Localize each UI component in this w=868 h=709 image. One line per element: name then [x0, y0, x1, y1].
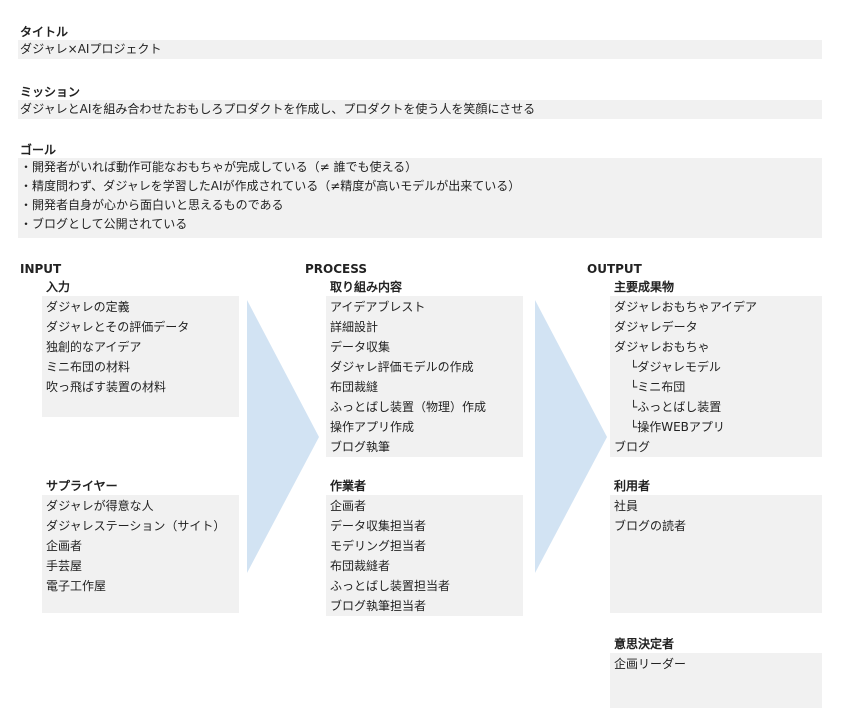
output-header: OUTPUT — [587, 262, 642, 276]
goal-item: ・精度問わず、ダジャレを学習したAIが作成されている（≠精度が高いモデルが出来て… — [20, 179, 521, 193]
output-deliverables-box: ダジャレおもちゃアイデア ダジャレデータ ダジャレおもちゃ └ダジャレモデル └… — [610, 296, 822, 457]
list-item: ダジャレとその評価データ — [46, 320, 190, 334]
input-supplier-label: サプライヤー — [46, 479, 118, 493]
list-item: データ収集担当者 — [330, 519, 427, 533]
list-item: アイデアブレスト — [330, 300, 426, 314]
output-decision-label: 意思決定者 — [614, 637, 675, 651]
input-nyuryoku-label: 入力 — [46, 280, 71, 294]
list-item: ふっとばし装置担当者 — [330, 579, 451, 593]
list-item: 布団裁縫 — [330, 380, 379, 394]
mission-value: ダジャレとAIを組み合わせたおもしろプロダクトを作成し、プロダクトを使う人を笑顔… — [18, 100, 822, 119]
list-item: 企画者 — [46, 539, 83, 553]
list-item: ダジャレデータ — [614, 320, 698, 334]
list-item: 操作アプリ作成 — [330, 420, 415, 434]
input-supplier-box: ダジャレが得意な人 ダジャレステーション（サイト） 企画者 手芸屋 電子工作屋 — [42, 495, 239, 613]
output-users-box: 社員 ブログの読者 — [610, 495, 822, 613]
process-workers-box: 企画者 データ収集担当者 モデリング担当者 布団裁縫者 ふっとばし装置担当者 ブ… — [326, 495, 523, 616]
process-header: PROCESS — [305, 262, 367, 276]
goal-item: ・開発者自身が心から面白いと思えるものである — [20, 198, 284, 212]
list-item: ダジャレおもちゃ — [614, 340, 710, 354]
input-nyuryoku-box: ダジャレの定義 ダジャレとその評価データ 独創的なアイデア ミニ布団の材料 吹っ… — [42, 296, 239, 417]
arrow-right-icon — [247, 300, 319, 573]
mission-label: ミッション — [20, 85, 81, 99]
list-item: 詳細設計 — [330, 320, 379, 334]
list-item: データ収集 — [330, 340, 391, 354]
list-item: ダジャレステーション（サイト） — [46, 519, 226, 533]
list-item-sub: └ふっとばし装置 — [630, 400, 722, 414]
goal-item: ・開発者がいれば動作可能なおもちゃが完成している（≠ 誰でも使える） — [20, 160, 418, 174]
list-item: 吹っ飛ばす装置の材料 — [46, 380, 167, 394]
list-item: ふっとばし装置（物理）作成 — [330, 400, 487, 414]
list-item: モデリング担当者 — [330, 539, 427, 553]
process-activities-box: アイデアブレスト 詳細設計 データ収集 ダジャレ評価モデルの作成 布団裁縫 ふっ… — [326, 296, 523, 457]
list-item: 手芸屋 — [46, 559, 83, 573]
title-label: タイトル — [20, 25, 69, 39]
list-item: ダジャレが得意な人 — [46, 499, 154, 513]
list-item: ダジャレおもちゃアイデア — [614, 300, 758, 314]
process-workers-label: 作業者 — [330, 479, 367, 493]
list-item: 布団裁縫者 — [330, 559, 391, 573]
list-item: ブログ執筆担当者 — [330, 599, 427, 613]
list-item: 独創的なアイデア — [46, 340, 142, 354]
list-item-sub: └ダジャレモデル — [630, 360, 721, 374]
output-decision-box: 企画リーダー — [610, 653, 822, 708]
list-item: 企画リーダー — [614, 657, 687, 671]
list-item: ダジャレ評価モデルの作成 — [330, 360, 474, 374]
list-item: 電子工作屋 — [46, 579, 107, 593]
goal-item: ・ブログとして公開されている — [20, 217, 188, 231]
input-header: INPUT — [20, 262, 62, 276]
list-item: 企画者 — [330, 499, 367, 513]
goal-list: ・開発者がいれば動作可能なおもちゃが完成している（≠ 誰でも使える） ・精度問わ… — [18, 158, 822, 238]
list-item: ブログ執筆 — [330, 440, 391, 454]
process-activities-label: 取り組み内容 — [330, 280, 403, 294]
output-deliverables-label: 主要成果物 — [614, 280, 675, 294]
list-item: 社員 — [614, 499, 639, 513]
list-item-sub: └操作WEBアプリ — [630, 420, 725, 434]
list-item: ブログ — [614, 440, 651, 454]
list-item: ミニ布団の材料 — [46, 360, 131, 374]
title-value: ダジャレ×AIプロジェクト — [18, 40, 822, 59]
list-item: ブログの読者 — [614, 519, 687, 533]
arrow-right-icon — [535, 300, 607, 573]
list-item: ダジャレの定義 — [46, 300, 130, 314]
list-item-sub: └ミニ布団 — [630, 380, 686, 394]
goal-label: ゴール — [20, 143, 57, 157]
output-users-label: 利用者 — [614, 479, 651, 493]
